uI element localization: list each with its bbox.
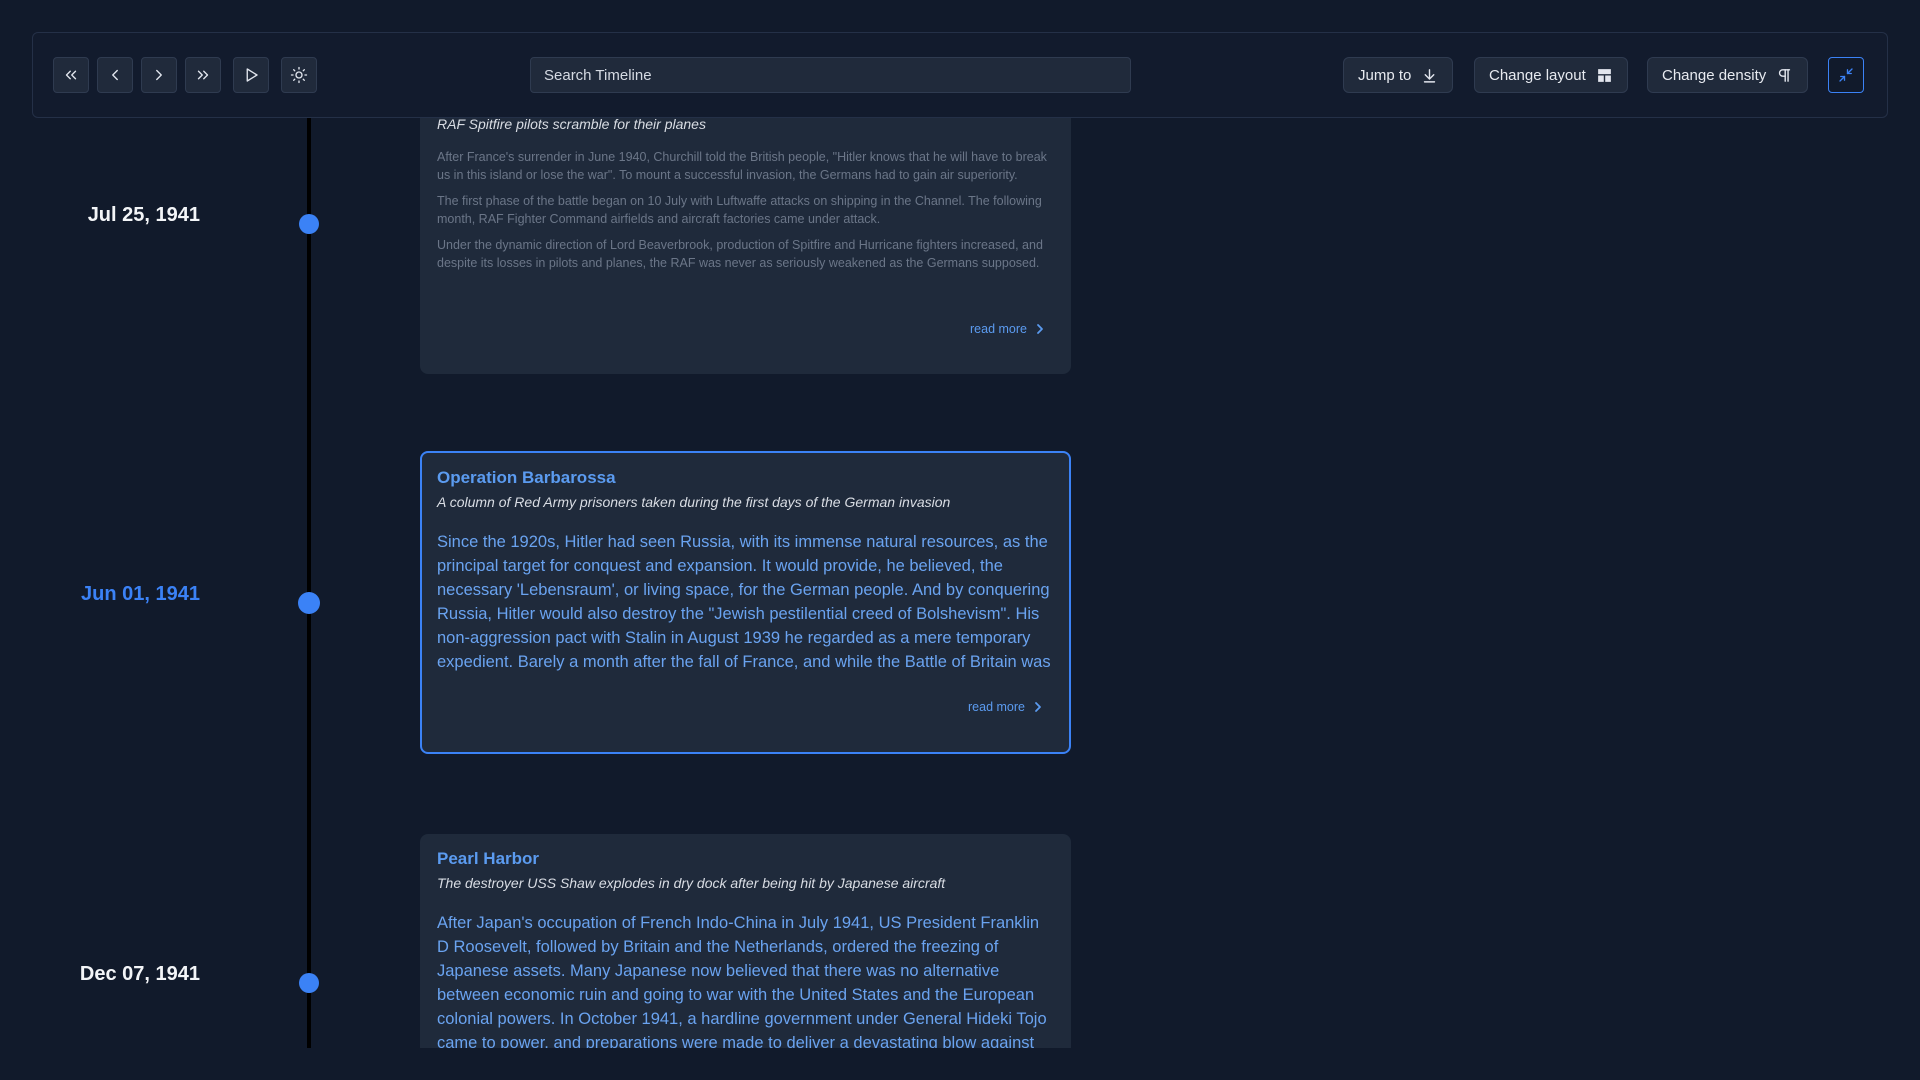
read-more-label: read more <box>970 322 1027 336</box>
jump-to-label: Jump to <box>1358 66 1412 84</box>
timeline-date[interactable]: Jun 01, 1941 <box>0 583 200 606</box>
previous-button[interactable] <box>97 57 133 93</box>
card-subtitle: The destroyer USS Shaw explodes in dry d… <box>437 875 946 891</box>
change-layout-button[interactable]: Change layout <box>1474 57 1628 93</box>
card-paragraph: After France's surrender in June 1940, C… <box>437 150 1047 182</box>
minimize-arrows-icon <box>1839 68 1853 82</box>
chevron-right-icon <box>1037 324 1043 334</box>
timeline-point-active[interactable] <box>298 592 320 614</box>
timeline-card-active[interactable]: Operation Barbarossa A column of Red Arm… <box>420 451 1071 754</box>
minimize-button[interactable] <box>1828 57 1864 93</box>
sun-icon <box>290 66 308 84</box>
timeline-date[interactable]: Dec 07, 1941 <box>0 963 200 986</box>
timeline-card[interactable]: Pearl Harbor The destroyer USS Shaw expl… <box>420 834 1071 1048</box>
read-more-link[interactable]: read more <box>970 322 1045 336</box>
card-paragraph: The first phase of the battle began on 1… <box>437 194 1042 226</box>
toggle-theme-button[interactable] <box>281 57 317 93</box>
jump-to-last-button[interactable] <box>185 57 221 93</box>
card-body: After France's surrender in June 1940, C… <box>437 148 1054 291</box>
card-body: After Japan's occupation of French Indo-… <box>437 914 1047 1048</box>
toolbar: Jump to Change layout Change density <box>32 32 1888 118</box>
timeline-date[interactable]: Jul 25, 1941 <box>0 204 200 227</box>
download-arrow-icon <box>1424 68 1436 83</box>
chevron-right-icon <box>1035 702 1041 712</box>
card-title: Pearl Harbor <box>437 849 540 868</box>
timeline-page: Jump to Change layout Change density Jul… <box>0 0 1920 1080</box>
card-paragraph: Under the dynamic direction of Lord Beav… <box>437 238 1043 270</box>
search-input[interactable] <box>530 57 1131 93</box>
read-more-label: read more <box>968 700 1025 714</box>
play-icon <box>246 68 258 82</box>
card-body: Since the 1920s, Hitler had seen Russia,… <box>437 533 1051 671</box>
card-subtitle: RAF Spitfire pilots scramble for their p… <box>437 116 706 132</box>
chevrons-right-icon <box>197 70 209 80</box>
chevrons-left-icon <box>65 70 77 80</box>
timeline-point[interactable] <box>299 973 319 993</box>
jump-to-button[interactable]: Jump to <box>1343 57 1454 93</box>
card-title: Operation Barbarossa <box>437 468 616 487</box>
timeline-card[interactable]: RAF Spitfire pilots scramble for their p… <box>420 96 1071 374</box>
timeline-point[interactable] <box>299 214 319 234</box>
layout-icon <box>1597 68 1611 82</box>
chevron-right-icon <box>156 69 162 81</box>
chevron-left-icon <box>112 69 118 81</box>
next-button[interactable] <box>141 57 177 93</box>
change-density-button[interactable]: Change density <box>1647 57 1809 93</box>
play-slideshow-button[interactable] <box>233 57 269 93</box>
pilcrow-icon <box>1779 68 1791 82</box>
read-more-link[interactable]: read more <box>968 700 1043 714</box>
change-density-label: Change density <box>1662 66 1767 84</box>
jump-to-first-button[interactable] <box>53 57 89 93</box>
change-layout-label: Change layout <box>1489 66 1586 84</box>
timeline-axis <box>307 118 311 1048</box>
card-subtitle: A column of Red Army prisoners taken dur… <box>437 494 951 510</box>
